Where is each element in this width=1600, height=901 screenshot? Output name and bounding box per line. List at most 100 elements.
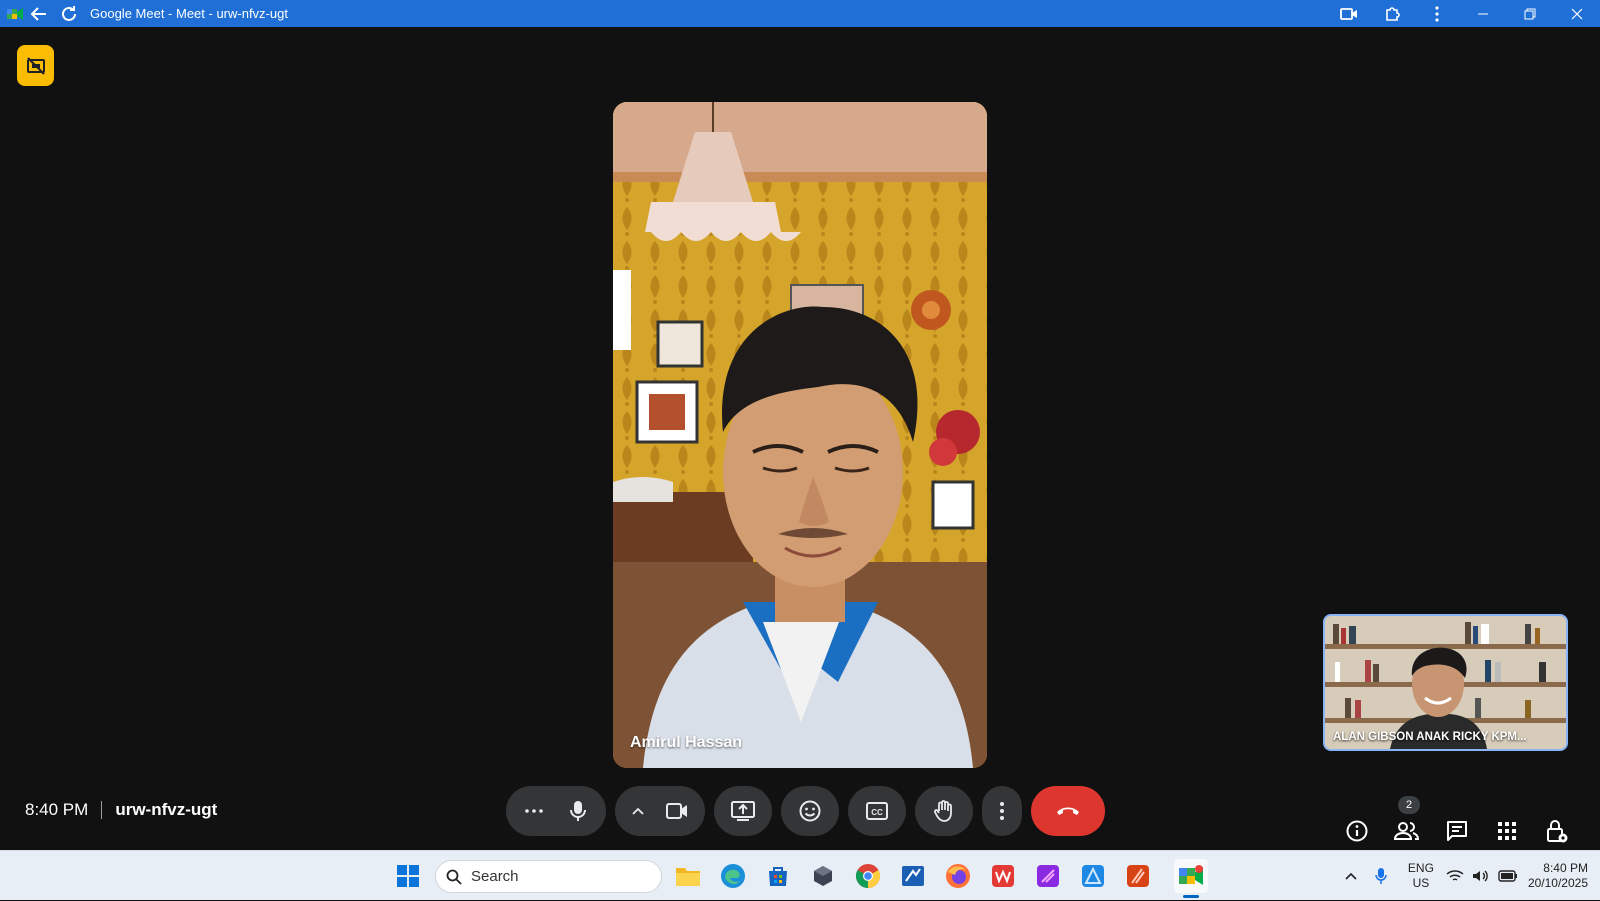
leave-call-button[interactable]: [1031, 786, 1105, 836]
reload-icon: [62, 5, 76, 21]
raise-hand-button[interactable]: [915, 786, 973, 836]
call-controls: CC: [506, 786, 1114, 836]
microphone-button[interactable]: [556, 786, 600, 836]
affinity-photo-icon[interactable]: [1031, 859, 1065, 893]
input-language[interactable]: ENG US: [1408, 861, 1434, 891]
info-icon: [1346, 820, 1368, 842]
participant-video: [613, 102, 987, 768]
browser-menu-button[interactable]: [1415, 0, 1459, 27]
camera-permission-button[interactable]: [1327, 0, 1371, 27]
clock-date: 20/10/2025: [1527, 876, 1588, 890]
back-button[interactable]: [24, 0, 54, 27]
system-clock[interactable]: 8:40 PM 20/10/2025: [1528, 861, 1588, 891]
self-video: [1325, 616, 1566, 749]
emoji-icon: [799, 800, 821, 822]
wifi-icon: [1446, 870, 1464, 881]
clock-time: 8:40 PM: [1543, 861, 1588, 875]
chevron-up-icon: [1345, 872, 1357, 880]
host-controls-button[interactable]: [1532, 811, 1582, 851]
participant-count-badge: 2: [1398, 796, 1420, 814]
chrome-icon[interactable]: [851, 859, 885, 893]
search-icon: [446, 869, 462, 885]
video-settings-button[interactable]: [621, 786, 655, 836]
captions-icon: CC: [866, 802, 888, 820]
activities-button[interactable]: [1482, 811, 1532, 851]
chat-button[interactable]: [1432, 811, 1482, 851]
captions-button[interactable]: CC: [848, 786, 906, 836]
minimize-icon: [1477, 13, 1488, 14]
affinity-publisher-icon[interactable]: [1121, 859, 1155, 893]
microphone-icon: [570, 801, 586, 821]
meeting-details-button[interactable]: [1332, 811, 1382, 851]
self-view-tile[interactable]: ALAN GIBSON ANAK RICKY KPM...: [1323, 614, 1568, 751]
whiteboard-app-icon[interactable]: [896, 859, 930, 893]
hang-up-icon: [1057, 807, 1079, 815]
host-controls-icon: [1547, 820, 1568, 843]
active-app-indicator: [1183, 895, 1199, 898]
raise-hand-icon: [934, 800, 952, 822]
volume-icon: [1472, 870, 1488, 882]
battery-icon: [1498, 870, 1517, 882]
restore-button[interactable]: [1506, 0, 1553, 27]
show-hidden-icons-button[interactable]: [1336, 872, 1366, 880]
start-button[interactable]: [391, 859, 425, 893]
firefox-icon[interactable]: [941, 859, 975, 893]
activities-icon: [1498, 822, 1516, 840]
more-options-icon: [525, 809, 543, 813]
restore-icon: [1524, 8, 1535, 19]
tray-microphone-button[interactable]: [1366, 867, 1396, 885]
cube-app-icon[interactable]: [806, 859, 840, 893]
camera-control-group: [615, 786, 705, 836]
meeting-info-divider: [101, 801, 103, 819]
google-meet-taskbar-icon[interactable]: [1174, 859, 1208, 893]
windows-taskbar: Search ENG US 8:40 PM 20/10/2025: [0, 850, 1600, 900]
participant-name: Amirul Hassan: [630, 734, 743, 751]
video-camera-icon: [1340, 7, 1357, 20]
close-icon: [1571, 8, 1582, 19]
meeting-time: 8:40 PM: [25, 800, 89, 819]
self-participant-name: ALAN GIBSON ANAK RICKY KPM...: [1333, 731, 1527, 743]
wps-office-icon[interactable]: [986, 859, 1020, 893]
window-titlebar: Google Meet - Meet - urw-nfvz-ugt: [0, 0, 1600, 27]
svg-text:CC: CC: [871, 808, 883, 817]
audio-settings-button[interactable]: [512, 786, 556, 836]
close-button[interactable]: [1553, 0, 1600, 27]
file-explorer-icon[interactable]: [671, 859, 705, 893]
edge-icon[interactable]: [716, 859, 750, 893]
meet-app-icon: [6, 5, 24, 23]
present-screen-button[interactable]: [714, 786, 772, 836]
recording-indicator[interactable]: [17, 45, 54, 86]
more-vert-icon: [1000, 802, 1004, 820]
reload-button[interactable]: [54, 0, 84, 27]
microphone-icon: [1375, 868, 1387, 884]
windows-logo-icon: [397, 865, 419, 887]
taskbar-search[interactable]: Search: [435, 860, 662, 893]
people-icon: [1394, 822, 1420, 840]
reactions-button[interactable]: [781, 786, 839, 836]
window-title: Google Meet - Meet - urw-nfvz-ugt: [90, 6, 288, 21]
caret-up-icon: [632, 807, 644, 815]
main-participant-tile[interactable]: Amirul Hassan: [613, 102, 987, 768]
language-primary: ENG: [1407, 861, 1434, 875]
quick-settings-button[interactable]: [1446, 869, 1518, 883]
side-tools: 2: [1332, 796, 1582, 851]
meeting-info: 8:40 PM urw-nfvz-ugt: [25, 800, 217, 820]
system-tray: ENG US 8:40 PM 20/10/2025: [1336, 851, 1588, 901]
extensions-button[interactable]: [1371, 0, 1415, 27]
camera-icon: [666, 803, 687, 819]
chat-icon: [1447, 821, 1467, 841]
microsoft-store-icon[interactable]: [761, 859, 795, 893]
affinity-designer-icon[interactable]: [1076, 859, 1110, 893]
present-screen-icon: [731, 801, 755, 821]
minimize-button[interactable]: [1459, 0, 1506, 27]
more-vert-icon: [1435, 5, 1439, 22]
puzzle-icon: [1386, 6, 1400, 21]
mic-control-group: [506, 786, 606, 836]
meeting-stage: Amirul Hassan ALAN GIBSON ANAK RICKY KPM…: [0, 27, 1600, 850]
no-video-recording-icon: [26, 56, 45, 75]
camera-button[interactable]: [655, 786, 699, 836]
people-button[interactable]: 2: [1382, 796, 1432, 851]
more-options-button[interactable]: [982, 786, 1022, 836]
language-secondary: US: [1412, 876, 1430, 890]
search-label: Search: [471, 868, 519, 885]
